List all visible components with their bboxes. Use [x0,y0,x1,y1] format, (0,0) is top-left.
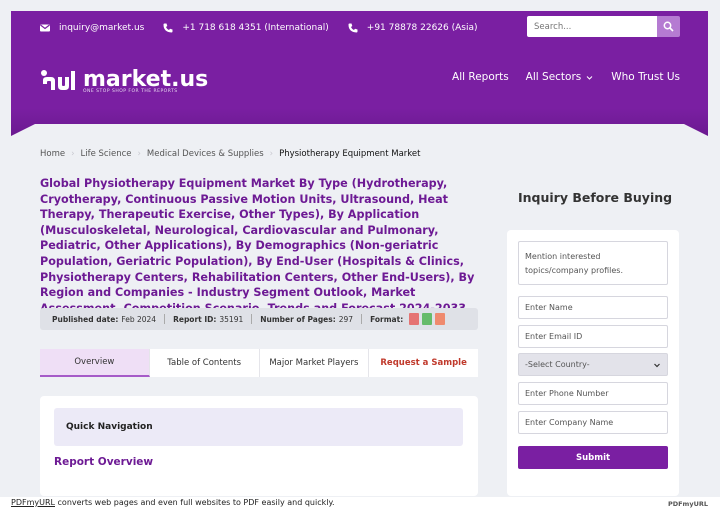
breadcrumb-home[interactable]: Home [40,149,65,159]
phone-placeholder: Enter Phone Number [525,389,609,398]
search-box [527,16,680,37]
site-header: market.us ONE STOP SHOP FOR THE REPORTS … [11,44,708,136]
pdf-footer: PDFmyURL converts web pages and even ful… [0,497,720,509]
content-panel: Quick Navigation Report Overview [40,396,478,496]
mail-icon [40,24,50,31]
nav-who-trust-us[interactable]: Who Trust Us [611,71,680,83]
company-field[interactable]: Enter Company Name [518,411,668,434]
header-wedge [11,124,708,136]
country-select-value: -Select Country- [525,360,590,369]
phone-field[interactable]: Enter Phone Number [518,382,668,405]
phone-intl-text: +1 718 618 4351 (International) [182,22,329,33]
report-overview-heading: Report Overview [54,456,154,468]
nav-all-reports[interactable]: All Reports [452,71,509,83]
breadcrumb-separator: › [71,149,75,159]
report-tabs: Overview Table of Contents Major Market … [40,349,478,377]
published-label: Published date: [52,314,119,324]
phone-icon [163,23,173,32]
phone-icon [348,23,358,32]
name-field[interactable]: Enter Name [518,296,668,319]
brand-logo[interactable]: market.us ONE STOP SHOP FOR THE REPORTS [39,67,209,94]
tab-major-market-players[interactable]: Major Market Players [260,349,370,377]
pdfmyurl-link[interactable]: PDFmyURL [11,498,55,507]
email-placeholder: Enter Email ID [525,332,583,341]
tab-table-of-contents[interactable]: Table of Contents [150,349,260,377]
country-select[interactable]: -Select Country- [518,353,668,376]
breadcrumb: Home › Life Science › Medical Devices & … [40,149,420,159]
search-input[interactable] [527,16,657,37]
breadcrumb-current: Physiotherapy Equipment Market [279,149,421,159]
nav-all-sectors-label: All Sectors [525,71,582,83]
excel-format-icon [422,313,433,325]
phone-asia-text: +91 78878 22626 (Asia) [366,22,478,33]
format-label: Format: [370,314,404,324]
phone-intl-contact[interactable]: +1 718 618 4351 (International) [162,22,329,34]
brand-name: market.us [83,67,209,92]
company-placeholder: Enter Company Name [525,418,614,427]
email-field[interactable]: Enter Email ID [518,325,668,348]
meta-divider [251,314,253,324]
email-text: inquiry@market.us [59,22,145,33]
logo-mark-icon [41,70,75,90]
tab-request-sample[interactable]: Request a Sample [369,349,478,377]
phone-asia-contact[interactable]: +91 78878 22626 (Asia) [347,22,478,34]
breadcrumb-medical-devices[interactable]: Medical Devices & Supplies [147,149,264,159]
report-meta-bar: Published date: Feb 2024 Report ID: 3519… [40,308,478,330]
top-contact-bar: inquiry@market.us +1 718 618 4351 (Inter… [11,11,708,44]
pages-label: Number of Pages: [260,314,336,324]
page-title: Global Physiotherapy Equipment Market By… [40,177,475,315]
chevron-down-icon [586,75,593,80]
search-icon [663,21,674,32]
meta-divider [361,314,363,324]
chevron-down-icon [654,363,660,367]
submit-button[interactable]: Submit [518,446,668,469]
search-button[interactable] [657,16,680,37]
published-value: Feb 2024 [121,314,157,324]
pdfmyurl-logo: PDFmyURL [667,500,708,508]
breadcrumb-separator: › [137,149,141,159]
footer-text: converts web pages and even full website… [54,498,335,507]
report-id-label: Report ID: [173,314,217,324]
breadcrumb-life-science[interactable]: Life Science [81,149,132,159]
email-contact[interactable]: inquiry@market.us [39,22,144,34]
brand-tagline: ONE STOP SHOP FOR THE REPORTS [83,89,178,94]
name-placeholder: Enter Name [525,303,573,312]
pdf-format-icon [409,313,420,325]
topics-textarea[interactable]: Mention interested topics/company profil… [518,241,668,285]
main-nav: All Reports All Sectors Who Trust Us [452,71,680,83]
tab-overview[interactable]: Overview [40,349,150,377]
report-id-value: 35191 [219,314,244,324]
inquiry-title: Inquiry Before Buying [518,190,673,205]
topics-placeholder: Mention interested topics/company profil… [525,252,623,275]
meta-divider [164,314,166,324]
inquiry-form: Mention interested topics/company profil… [507,230,679,496]
nav-all-sectors[interactable]: All Sectors [526,71,595,83]
breadcrumb-separator: › [269,149,274,159]
quick-navigation[interactable]: Quick Navigation [54,408,463,446]
ppt-format-icon [435,313,446,325]
pages-value: 297 [338,314,354,324]
